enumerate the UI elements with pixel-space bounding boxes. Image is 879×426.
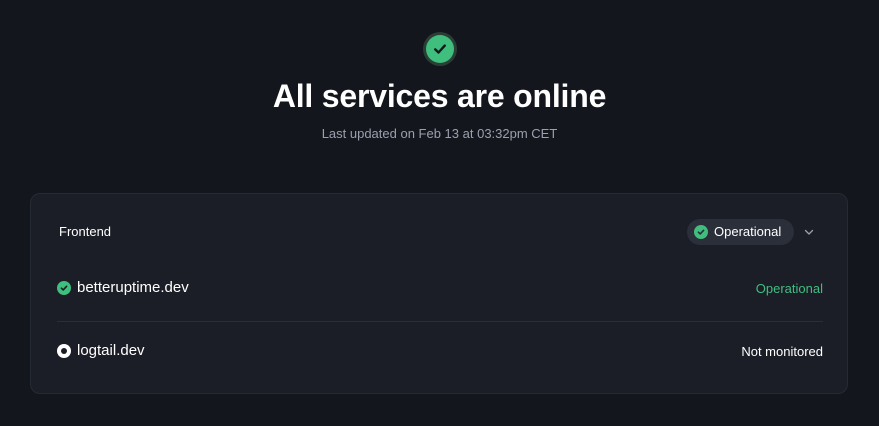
service-name: logtail.dev [77,342,145,359]
service-row: betteruptime.dev Operational [31,269,847,309]
page-title: All services are online [272,78,607,114]
check-circle-icon [57,281,71,295]
group-status-label: Operational [714,224,782,239]
service-status: Not monitored [741,344,823,359]
status-page: All services are online Last updated on … [0,0,879,426]
service-status: Operational [755,281,823,296]
service-group-card: Frontend Operational betteruptime.dev Op… [30,193,848,394]
service-row: logtail.dev Not monitored [31,332,847,372]
group-header[interactable]: Frontend Operational [31,194,847,270]
chevron-down-icon[interactable] [802,225,816,239]
group-status-badge: Operational [687,219,794,245]
last-updated-text: Last updated on Feb 13 at 03:32pm CET [321,126,558,141]
check-circle-icon [423,32,457,66]
check-circle-icon [694,225,708,239]
divider [57,321,823,322]
service-name: betteruptime.dev [77,279,189,296]
group-name: Frontend [59,224,112,239]
ring-icon [57,344,71,358]
